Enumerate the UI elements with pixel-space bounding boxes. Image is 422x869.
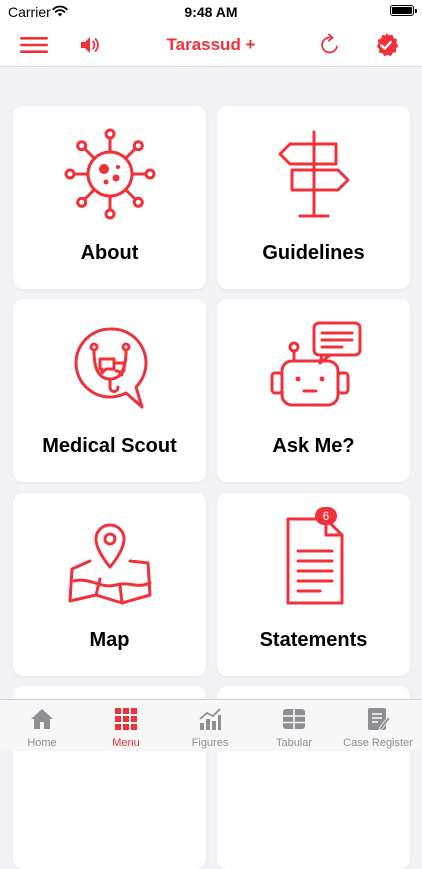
menu-card-guidelines[interactable]: Guidelines: [217, 106, 410, 289]
document-icon: [217, 511, 410, 611]
home-icon: [31, 709, 53, 729]
menu-label: About: [80, 242, 139, 264]
menu-label: Map: [89, 629, 130, 651]
table-icon: [283, 709, 305, 729]
tab-label: Tabular: [275, 737, 313, 749]
tab-label: Menu: [112, 737, 140, 749]
grid-icon: [115, 708, 137, 730]
notification-badge: 6: [315, 507, 337, 525]
tab-home[interactable]: Home: [0, 700, 84, 751]
battery-icon: [390, 5, 417, 16]
menu-label: Statements: [259, 629, 368, 651]
status-bar: Carrier 9:48 AM: [0, 0, 422, 24]
menu-card-about[interactable]: About: [13, 106, 206, 289]
refresh-icon[interactable]: [313, 28, 347, 62]
map-pin-icon: [13, 511, 206, 611]
tab-label: Case Register: [343, 737, 413, 749]
menu-label: Medical Scout: [42, 435, 177, 457]
menu-card-map[interactable]: Map: [13, 493, 206, 676]
signpost-icon: [217, 124, 410, 224]
tab-menu[interactable]: Menu: [84, 700, 168, 751]
tab-label: Home: [27, 737, 57, 749]
tab-tabular[interactable]: Tabular: [252, 700, 336, 751]
menu-card-statements[interactable]: 6 Statements: [217, 493, 410, 676]
page-title: Tarassud +: [166, 35, 256, 54]
stethoscope-chat-icon: [13, 317, 206, 417]
tab-case-register[interactable]: Case Register: [336, 700, 420, 751]
tab-label: Figures: [191, 737, 229, 749]
menu-label: Ask Me?: [272, 435, 355, 457]
tab-figures[interactable]: Figures: [168, 700, 252, 751]
menu-label: Guidelines: [262, 242, 365, 264]
clipboard-icon: [368, 708, 390, 731]
virus-icon: [13, 124, 206, 224]
navigation-bar: Tarassud +: [0, 24, 422, 67]
robot-chat-icon: [217, 317, 410, 417]
verified-badge-icon[interactable]: [369, 28, 403, 62]
clock: 9:48 AM: [184, 4, 238, 20]
menu-card-ask-me[interactable]: Ask Me?: [217, 299, 410, 482]
bar-chart-icon: [199, 708, 221, 730]
menu-card-medical-scout[interactable]: Medical Scout: [13, 299, 206, 482]
tab-bar: Home Menu Figures Tabular Case Register: [0, 699, 422, 751]
